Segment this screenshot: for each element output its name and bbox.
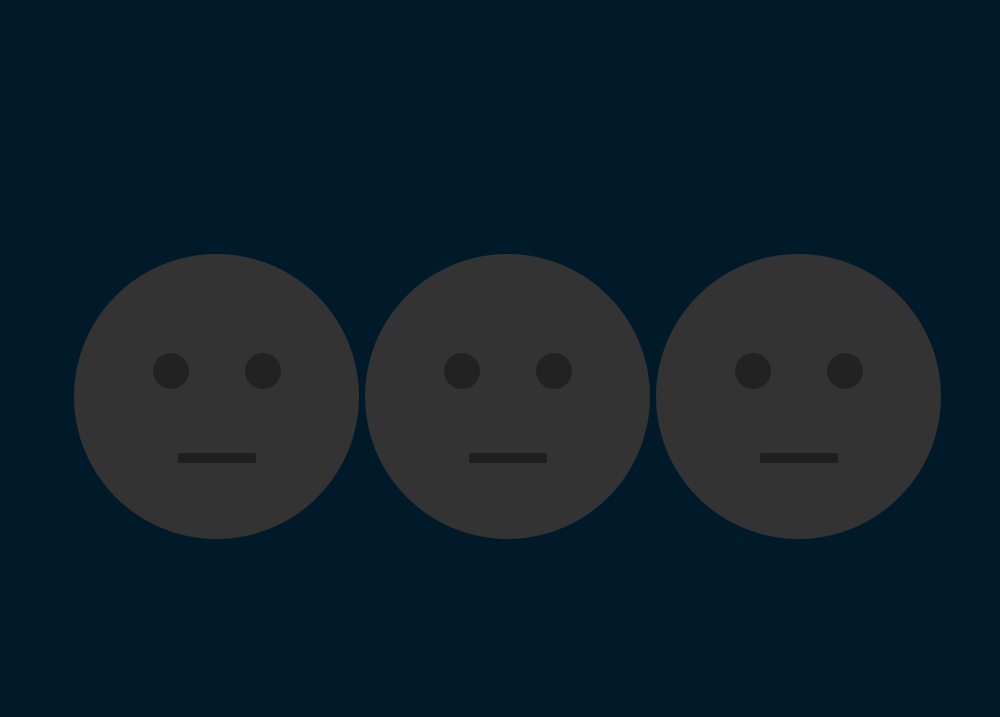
flat-mouth: [469, 453, 547, 463]
right-eye: [536, 353, 572, 389]
right-eye: [827, 353, 863, 389]
neutral-face-icon[interactable]: [74, 254, 359, 539]
rating-stage: [0, 0, 1000, 717]
flat-mouth: [760, 453, 838, 463]
neutral-face-icon[interactable]: [365, 254, 650, 539]
left-eye: [153, 353, 189, 389]
flat-mouth: [178, 453, 256, 463]
neutral-face-icon[interactable]: [656, 254, 941, 539]
left-eye: [735, 353, 771, 389]
left-eye: [444, 353, 480, 389]
right-eye: [245, 353, 281, 389]
